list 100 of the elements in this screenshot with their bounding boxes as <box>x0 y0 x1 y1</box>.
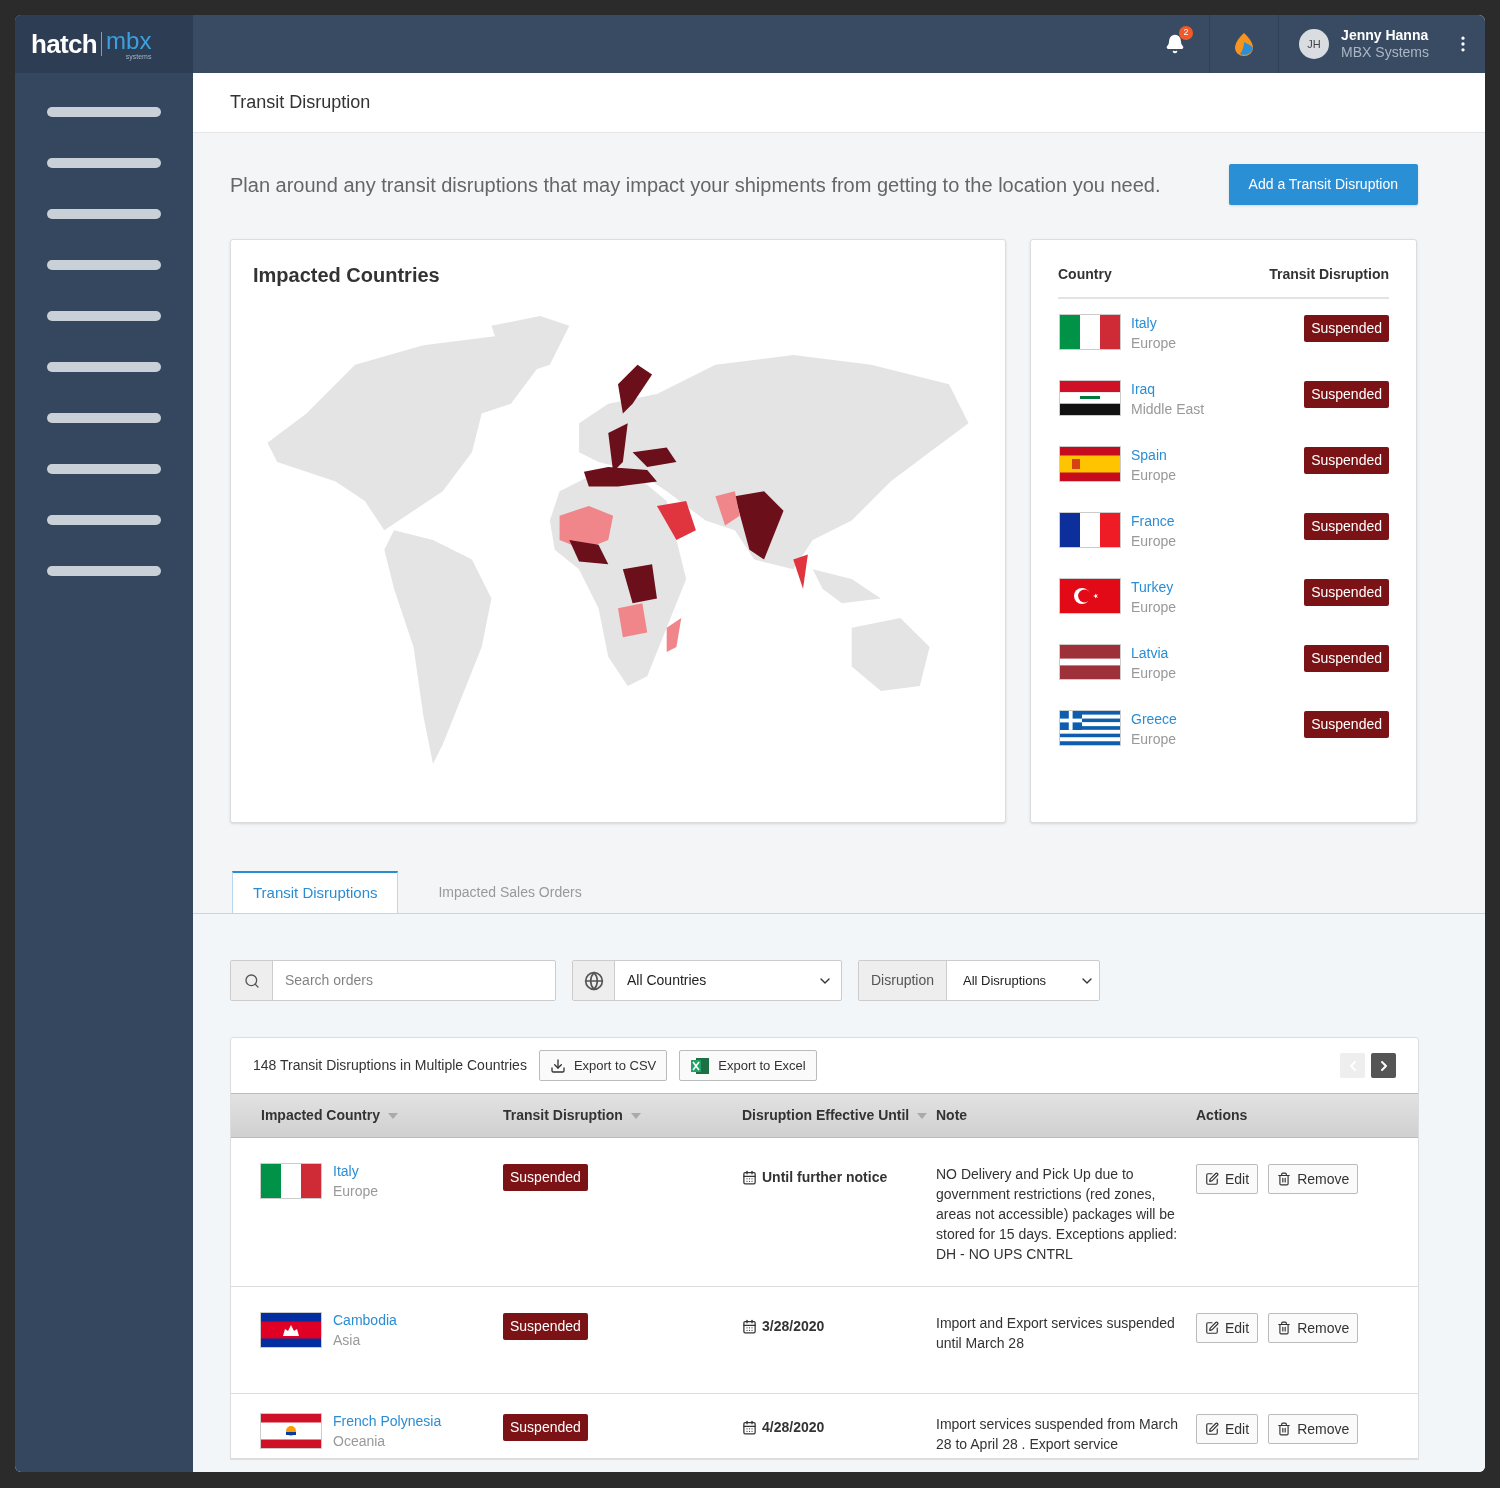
country-link[interactable]: French Polynesia <box>333 1411 442 1431</box>
download-icon <box>549 1057 566 1074</box>
next-page-button[interactable] <box>1371 1053 1396 1078</box>
edit-icon <box>1205 1321 1219 1335</box>
sidebar-placeholder[interactable] <box>47 566 161 576</box>
sidebar-placeholder[interactable] <box>47 464 161 474</box>
column-header[interactable]: Actions <box>1196 1105 1248 1126</box>
flag-icon <box>1060 711 1120 745</box>
region-text: Asia <box>333 1331 362 1350</box>
status-badge: Suspended <box>1304 381 1389 408</box>
search-input[interactable]: Search orders <box>273 961 555 1000</box>
region-text: Europe <box>1131 664 1177 683</box>
flag-icon <box>1060 381 1120 415</box>
tab[interactable]: Transit Disruptions <box>232 871 399 913</box>
region-text: Europe <box>1131 334 1177 353</box>
country-link[interactable]: Italy <box>1131 313 1177 333</box>
sidebar-placeholder[interactable] <box>47 158 161 168</box>
country-link[interactable]: Italy <box>333 1161 379 1181</box>
status-badge: Suspended <box>1304 579 1389 606</box>
region-text: Europe <box>333 1182 379 1201</box>
export-csv-button[interactable]: Export to CSV <box>538 1050 668 1081</box>
edit-icon <box>1205 1422 1219 1436</box>
flag-icon <box>261 1414 321 1448</box>
status-badge: Suspended <box>1304 645 1389 672</box>
remove-button[interactable]: Remove <box>1268 1313 1359 1343</box>
trash-icon <box>1277 1172 1292 1186</box>
status-badge: Suspended <box>1304 447 1389 474</box>
page-title: Transit Disruption <box>230 91 371 114</box>
sidebar-placeholder[interactable] <box>47 260 161 270</box>
column-header[interactable]: Note <box>936 1105 968 1126</box>
add-disruption-button[interactable]: Add a Transit Disruption <box>1228 164 1418 205</box>
flag-icon <box>1060 447 1120 481</box>
note-text: Import services suspended from March 28 to April 28 . Export service <box>936 1415 1179 1454</box>
country-link[interactable]: Latvia <box>1131 643 1177 663</box>
column-header[interactable]: Transit Disruption <box>503 1105 641 1126</box>
region-text: Europe <box>1131 466 1177 485</box>
disruption-select[interactable]: Disruption All Disruptions <box>858 960 1100 1001</box>
sidebar-placeholder[interactable] <box>47 107 161 117</box>
column-header: Transit Disruption <box>1269 265 1389 284</box>
user-company: MBX Systems <box>1341 44 1429 62</box>
region-text: Europe <box>1131 532 1177 551</box>
sidebar-placeholder[interactable] <box>47 311 161 321</box>
edit-button[interactable]: Edit <box>1196 1414 1259 1444</box>
country-link[interactable]: Cambodia <box>333 1310 397 1330</box>
note-text: NO Delivery and Pick Up due to government restrictions (red zones, areas not accessible) packages will be stored for 15 days. Exceptions applied: DH - NO UPS CNTRL <box>936 1165 1179 1264</box>
edit-button[interactable]: Edit <box>1196 1164 1259 1194</box>
calendar-icon <box>742 1420 757 1435</box>
country-link[interactable]: Iraq <box>1131 379 1205 399</box>
column-header[interactable]: Impacted Country <box>261 1105 398 1126</box>
country-link[interactable]: Spain <box>1131 445 1177 465</box>
flag-icon <box>261 1313 321 1347</box>
country-link[interactable]: Turkey <box>1131 577 1177 597</box>
flag-icon <box>261 1164 321 1198</box>
status-badge: Suspended <box>503 1414 588 1441</box>
flag-icon <box>1060 645 1120 679</box>
effective-until: 4/28/2020 <box>762 1418 825 1437</box>
search-icon <box>243 972 260 989</box>
sort-icon <box>388 1112 398 1119</box>
country-link[interactable]: Greece <box>1131 709 1177 729</box>
status-badge: Suspended <box>1304 711 1389 738</box>
logo-text: mbx <box>106 28 152 53</box>
sidebar-placeholder[interactable] <box>47 362 161 372</box>
region-text: Europe <box>1131 730 1177 749</box>
country-link[interactable]: France <box>1131 511 1177 531</box>
bell-icon[interactable] <box>1165 34 1186 54</box>
status-badge: Suspended <box>503 1164 588 1191</box>
user-avatar[interactable]: JH <box>1299 29 1330 59</box>
country-select[interactable]: All Countries <box>572 960 842 1001</box>
flag-icon <box>1060 579 1120 613</box>
calendar-icon <box>742 1170 757 1185</box>
globe-icon <box>583 970 604 991</box>
note-text: Import and Export services suspended until March 28 <box>936 1314 1176 1353</box>
status-badge: Suspended <box>1304 513 1389 540</box>
region-text: Oceania <box>333 1432 387 1451</box>
search-field[interactable]: Search orders <box>230 960 556 1001</box>
spreadsheet-icon <box>690 1056 711 1075</box>
notification-count: 2 <box>1179 26 1194 40</box>
edit-button[interactable]: Edit <box>1196 1313 1259 1343</box>
sort-icon <box>917 1112 928 1119</box>
column-header: Country <box>1058 265 1112 284</box>
remove-button[interactable]: Remove <box>1268 1164 1359 1194</box>
remove-button[interactable]: Remove <box>1268 1414 1359 1444</box>
column-header[interactable]: Disruption Effective Until <box>742 1105 928 1126</box>
trash-icon <box>1277 1422 1292 1436</box>
calendar-icon <box>742 1319 757 1334</box>
app-logo-icon[interactable] <box>1234 32 1255 56</box>
logo-text: hatch <box>31 31 98 57</box>
sidebar-placeholder[interactable] <box>47 515 161 525</box>
region-text: Europe <box>1131 598 1177 617</box>
sidebar-placeholder[interactable] <box>47 209 161 219</box>
effective-until: Until further notice <box>762 1168 888 1187</box>
export-excel-button[interactable]: Export to Excel <box>679 1050 817 1081</box>
flag-icon <box>1060 513 1120 547</box>
sidebar-placeholder[interactable] <box>47 413 161 423</box>
region-text: Middle East <box>1131 400 1205 419</box>
intro-text: Plan around any transit disruptions that may impact your shipments from getting to the location you need. <box>230 172 1161 198</box>
sort-icon <box>630 1112 641 1119</box>
results-summary: 148 Transit Disruptions in Multiple Countries <box>253 1056 527 1075</box>
flag-icon <box>1060 315 1120 349</box>
effective-until: 3/28/2020 <box>762 1317 825 1336</box>
